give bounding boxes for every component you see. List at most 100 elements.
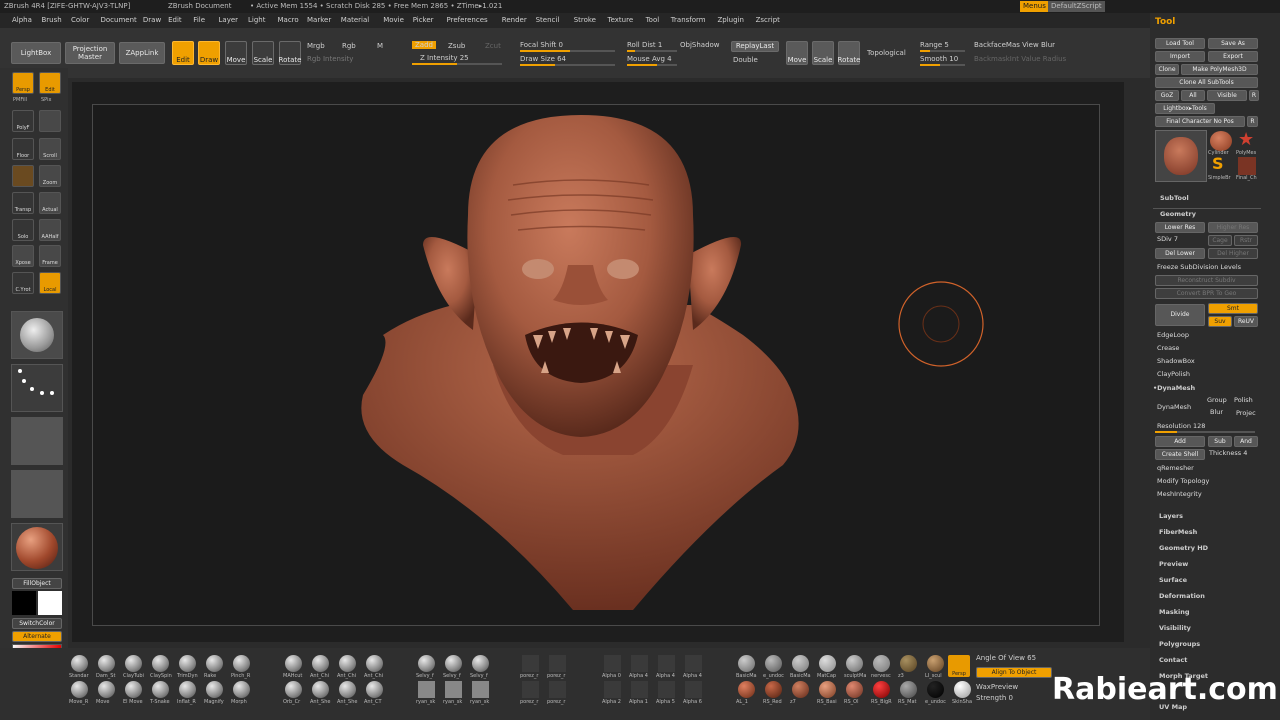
load-tool-button[interactable]: Load Tool bbox=[1155, 38, 1205, 49]
pmfill-label[interactable]: PMFill bbox=[13, 97, 27, 103]
menu-preferences[interactable]: Preferences bbox=[447, 13, 488, 28]
material-thumbnail[interactable] bbox=[11, 523, 63, 571]
ball-thumb-icon[interactable] bbox=[152, 681, 169, 698]
cylinder-thumb-icon[interactable] bbox=[1210, 131, 1232, 151]
z-intensity-track[interactable] bbox=[412, 63, 502, 65]
higher-res-button[interactable]: Higher Res bbox=[1208, 222, 1258, 233]
dark-thumb-icon[interactable] bbox=[685, 681, 702, 698]
mat-thumb-icon[interactable] bbox=[846, 655, 863, 672]
zapplink-button[interactable]: ZAppLink bbox=[119, 42, 165, 64]
ball-thumb-icon[interactable] bbox=[98, 655, 115, 672]
deformation-section[interactable]: Deformation bbox=[1159, 592, 1205, 600]
lightbox-button[interactable]: LightBox bbox=[11, 42, 61, 64]
dark-thumb-icon[interactable] bbox=[522, 681, 539, 698]
ball-thumb-icon[interactable] bbox=[312, 655, 329, 672]
dynamesh-blur-slider[interactable]: Blur bbox=[1210, 408, 1223, 416]
goz-r-button[interactable]: R bbox=[1249, 90, 1259, 101]
modify-topology-section[interactable]: Modify Topology bbox=[1157, 477, 1209, 485]
create-shell-button[interactable]: Create Shell bbox=[1155, 449, 1205, 460]
ball-thumb-icon[interactable] bbox=[285, 655, 302, 672]
rstr-button[interactable]: Rstr bbox=[1234, 235, 1258, 246]
dynamesh-project-toggle[interactable]: Projec bbox=[1236, 409, 1256, 417]
menu-zscript[interactable]: Zscript bbox=[756, 13, 780, 28]
transp-button-top[interactable] bbox=[12, 165, 34, 187]
claypolish-section[interactable]: ClayPolish bbox=[1157, 370, 1190, 378]
mat-thumb-icon[interactable] bbox=[819, 655, 836, 672]
ball-thumb-icon[interactable] bbox=[418, 655, 435, 672]
dynamesh-polish-toggle[interactable]: Polish bbox=[1234, 396, 1253, 404]
del-higher-button[interactable]: Del Higher bbox=[1208, 248, 1258, 259]
suv-toggle[interactable]: Suv bbox=[1208, 316, 1232, 327]
fibermesh-section[interactable]: FiberMesh bbox=[1159, 528, 1197, 536]
secondary-color-swatch[interactable] bbox=[38, 591, 62, 615]
cage-button[interactable]: Cage bbox=[1208, 235, 1232, 246]
simplebrush-icon[interactable]: S bbox=[1212, 156, 1224, 172]
reuv-button[interactable]: ReUV bbox=[1234, 316, 1258, 327]
ball-thumb-icon[interactable] bbox=[366, 655, 383, 672]
menu-brush[interactable]: Brush bbox=[42, 13, 62, 28]
backfacemask-toggle[interactable]: BackfaceMas View Blur bbox=[974, 41, 1055, 49]
del-lower-button[interactable]: Del Lower bbox=[1155, 248, 1205, 259]
frame-button[interactable]: Frame bbox=[39, 245, 61, 267]
replaylast-button[interactable]: ReplayLast bbox=[731, 41, 779, 52]
mat-thumb-icon[interactable] bbox=[738, 681, 755, 698]
rotate-gizmo-button[interactable]: Rotate bbox=[838, 41, 860, 65]
mat-thumb-icon[interactable] bbox=[873, 681, 890, 698]
default-zscript[interactable]: DefaultZScript bbox=[1048, 1, 1105, 12]
meshintegrity-section[interactable]: MeshIntegrity bbox=[1157, 490, 1202, 498]
tool-r-button[interactable]: R bbox=[1247, 116, 1258, 127]
floor-button[interactable]: Floor bbox=[12, 138, 34, 160]
smt-toggle[interactable]: Smt bbox=[1208, 303, 1258, 314]
menu-tool[interactable]: Tool bbox=[646, 13, 660, 28]
goz-all-button[interactable]: All bbox=[1181, 90, 1205, 101]
ball-thumb-icon[interactable] bbox=[339, 655, 356, 672]
menu-render[interactable]: Render bbox=[502, 13, 527, 28]
menu-transform[interactable]: Transform bbox=[671, 13, 706, 28]
transp-button[interactable]: Transp bbox=[12, 192, 34, 214]
menu-file[interactable]: File bbox=[193, 13, 205, 28]
geometry-section[interactable]: Geometry bbox=[1160, 210, 1196, 218]
menu-zplugin[interactable]: Zplugin bbox=[718, 13, 744, 28]
switchcolor-button[interactable]: SwitchColor bbox=[12, 618, 62, 629]
menu-marker[interactable]: Marker bbox=[307, 13, 331, 28]
draw-size-slider[interactable]: Draw Size 64 bbox=[520, 55, 566, 63]
brush-thumbnail[interactable] bbox=[11, 311, 63, 359]
menu-texture[interactable]: Texture bbox=[608, 13, 634, 28]
ball-thumb-icon[interactable] bbox=[339, 681, 356, 698]
dark-thumb-icon[interactable] bbox=[604, 655, 621, 672]
zcut-toggle[interactable]: Zcut bbox=[485, 42, 501, 50]
z-intensity-slider[interactable]: Z Intensity 25 bbox=[420, 54, 469, 62]
subtool-section[interactable]: SubTool bbox=[1160, 194, 1189, 202]
mat-thumb-icon[interactable] bbox=[900, 681, 917, 698]
persp-toggle-bottom[interactable]: Persp bbox=[948, 655, 970, 677]
menu-movie[interactable]: Movie bbox=[383, 13, 404, 28]
mat-thumb-icon[interactable] bbox=[927, 655, 944, 672]
ball-thumb-icon[interactable] bbox=[445, 655, 462, 672]
sculpt-viewport[interactable] bbox=[93, 105, 1099, 625]
ball-thumb-icon[interactable] bbox=[98, 681, 115, 698]
menu-alpha[interactable]: Alpha bbox=[12, 13, 32, 28]
ball-thumb-icon[interactable] bbox=[206, 681, 223, 698]
contact-section[interactable]: Contact bbox=[1159, 656, 1187, 664]
ball-thumb-icon[interactable] bbox=[125, 681, 142, 698]
ball-thumb-icon[interactable] bbox=[366, 681, 383, 698]
actual-button[interactable]: Actual bbox=[39, 192, 61, 214]
zsub-toggle[interactable]: Zsub bbox=[448, 42, 465, 50]
range-track[interactable] bbox=[920, 50, 965, 52]
reconstruct-subdiv-button[interactable]: Reconstruct Subdiv bbox=[1155, 275, 1258, 286]
geometry-hd-section[interactable]: Geometry HD bbox=[1159, 544, 1208, 552]
polygroups-section[interactable]: Polygroups bbox=[1159, 640, 1200, 648]
preview-section[interactable]: Preview bbox=[1159, 560, 1188, 568]
focal-shift-track[interactable] bbox=[520, 50, 615, 52]
smooth-slider[interactable]: Smooth 10 bbox=[920, 55, 958, 63]
ball-thumb-icon[interactable] bbox=[125, 655, 142, 672]
dynamesh-button[interactable]: DynaMesh bbox=[1157, 403, 1191, 411]
dynamesh-group-toggle[interactable]: Group bbox=[1207, 396, 1227, 404]
roll-dist-slider[interactable]: Roll Dist 1 bbox=[627, 41, 662, 49]
edgeloop-section[interactable]: EdgeLoop bbox=[1157, 331, 1189, 339]
mat-thumb-icon[interactable] bbox=[873, 655, 890, 672]
strength-slider[interactable]: Strength 0 bbox=[976, 694, 1013, 702]
mat-thumb-icon[interactable] bbox=[792, 681, 809, 698]
tool-thumb-main[interactable] bbox=[1155, 130, 1207, 182]
divide-button[interactable]: Divide bbox=[1155, 304, 1205, 326]
